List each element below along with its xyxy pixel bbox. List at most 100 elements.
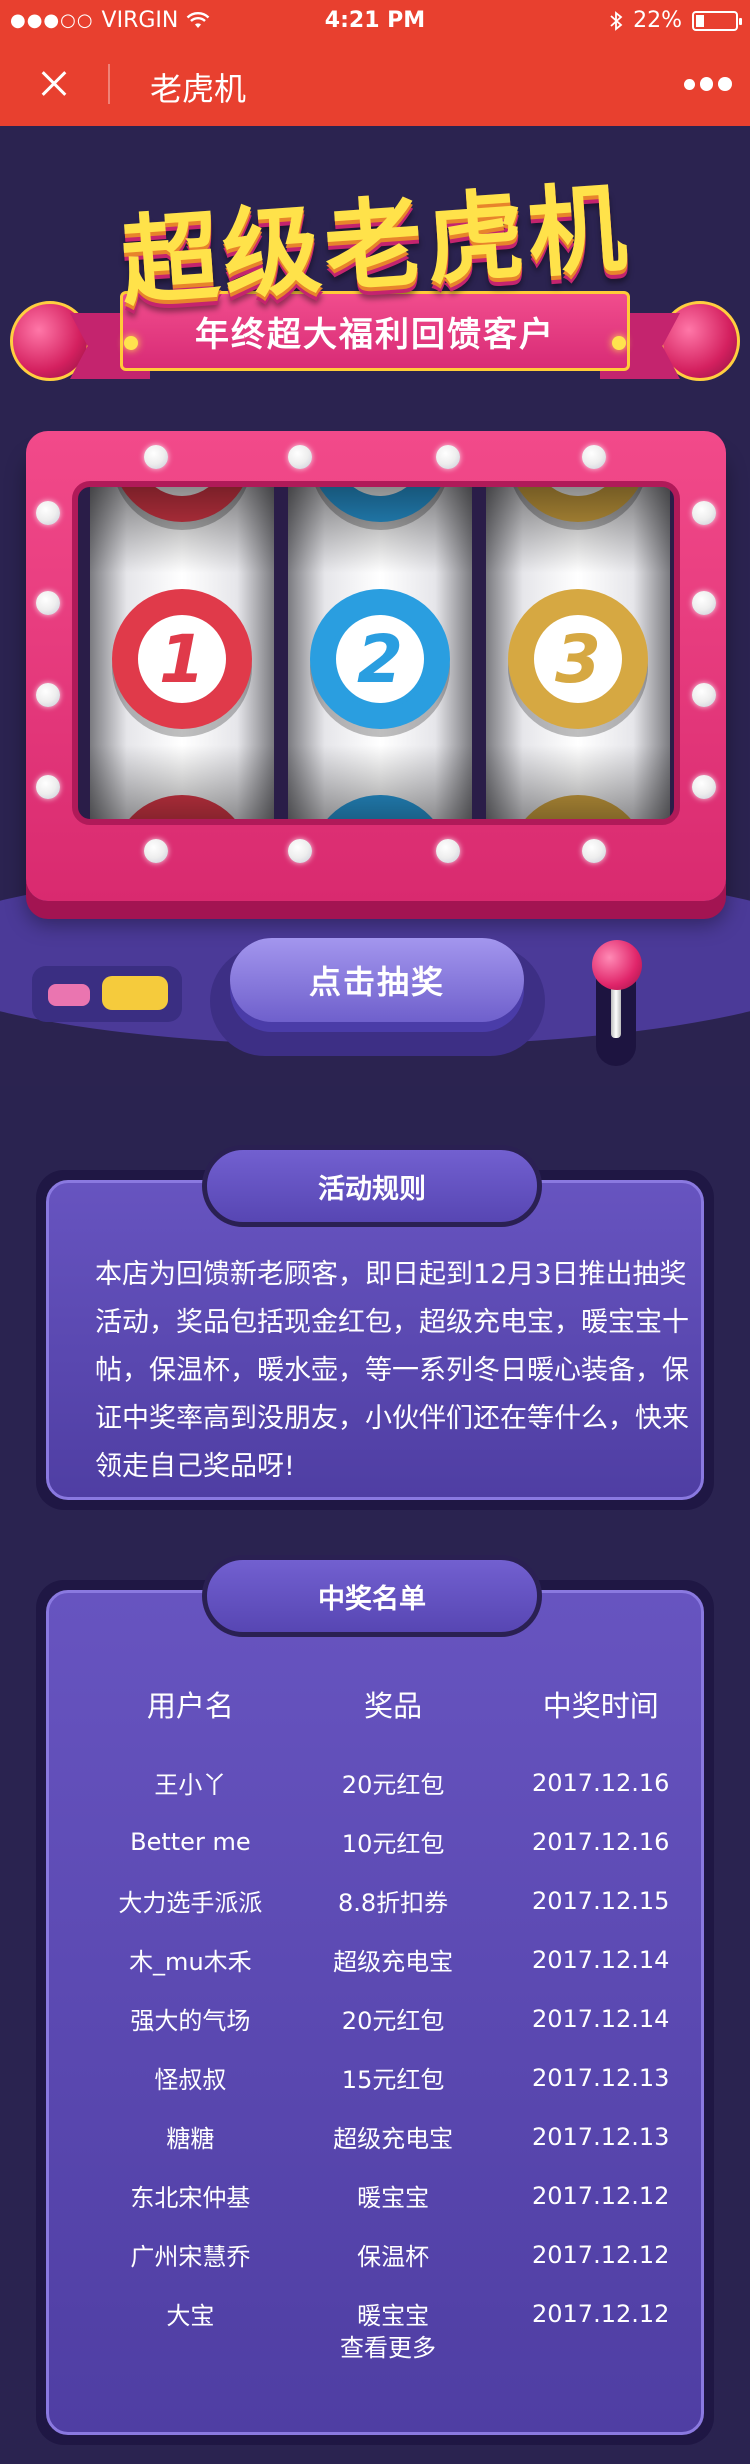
cell-prize: 暖宝宝 bbox=[357, 2184, 430, 2212]
cell-time: 2017.12.12 bbox=[532, 2240, 670, 2269]
marquee-bulb bbox=[288, 839, 312, 863]
table-row: 怪叔叔 15元红包 2017.12.13 bbox=[89, 2048, 707, 2107]
marquee-bulb bbox=[36, 775, 60, 799]
marquee-bulb bbox=[436, 445, 460, 469]
cell-time: 2017.12.13 bbox=[532, 2122, 670, 2151]
table-row: 糖糖 超级充电宝 2017.12.13 bbox=[89, 2107, 707, 2166]
marquee-bulb bbox=[582, 839, 606, 863]
cell-time: 2017.12.12 bbox=[532, 2299, 670, 2328]
slot-machine-hero: 年终超大福利回馈客户 超级老虎机 1 2 3 点击抽奖 bbox=[0, 126, 750, 1086]
bluetooth-icon bbox=[610, 10, 623, 31]
cell-time: 2017.12.13 bbox=[532, 2063, 670, 2092]
reel-number: 3 bbox=[528, 609, 628, 709]
marquee-bulb bbox=[692, 501, 716, 525]
cell-user: 王小丫 bbox=[154, 1771, 227, 1799]
cell-user: 大力选手派派 bbox=[118, 1889, 263, 1917]
switch-panel bbox=[32, 966, 182, 1022]
banner-light bbox=[612, 336, 626, 350]
reel-chip-partial bbox=[310, 795, 450, 819]
cell-user: 木_mu木禾 bbox=[129, 1948, 252, 1976]
table-row: 王小丫 20元红包 2017.12.16 bbox=[89, 1753, 707, 1812]
table-row: Better me 10元红包 2017.12.16 bbox=[89, 1812, 707, 1871]
winners-table-header: 用户名 奖品 中奖时间 bbox=[89, 1683, 707, 1725]
reel-chip-partial bbox=[112, 795, 252, 819]
cell-time: 2017.12.14 bbox=[532, 2004, 670, 2033]
reel-2: 2 bbox=[288, 487, 472, 819]
slot-machine: 1 2 3 bbox=[26, 431, 726, 901]
column-header-prize: 奖品 bbox=[364, 1689, 423, 1723]
rules-card: 本店为回馈新老顾客，即日起到12月3日推出抽奖活动，奖品包括现金红包，超级充电宝… bbox=[46, 1180, 704, 1500]
cell-time: 2017.12.15 bbox=[532, 1886, 670, 1915]
reel-chip: 2 bbox=[310, 589, 450, 729]
marquee-bulb bbox=[582, 445, 606, 469]
yellow-switch bbox=[102, 976, 168, 1010]
marquee-bulb bbox=[692, 683, 716, 707]
rules-title: 活动规则 bbox=[202, 1145, 542, 1227]
column-header-time: 中奖时间 bbox=[542, 1689, 659, 1723]
reel-chip-partial bbox=[508, 487, 648, 522]
marquee-bulb bbox=[36, 591, 60, 615]
reel-number: 2 bbox=[330, 609, 430, 709]
marquee-bulb bbox=[288, 445, 312, 469]
cell-prize: 暖宝宝 bbox=[357, 2302, 430, 2330]
marquee-bulb bbox=[36, 683, 60, 707]
close-icon[interactable] bbox=[28, 60, 80, 108]
battery-fill bbox=[696, 14, 705, 27]
marquee-bulb bbox=[144, 839, 168, 863]
reel-3: 3 bbox=[486, 487, 670, 819]
marquee-bulb bbox=[692, 775, 716, 799]
reel-chip: 1 bbox=[112, 589, 252, 729]
winners-card: 用户名 奖品 中奖时间 王小丫 20元红包 2017.12.16 Better me 1… bbox=[46, 1590, 704, 2435]
cell-time: 2017.12.14 bbox=[532, 1945, 670, 1974]
marquee-bulb bbox=[144, 445, 168, 469]
reel-1: 1 bbox=[90, 487, 274, 819]
table-row: 东北宋仲基 暖宝宝 2017.12.12 bbox=[89, 2166, 707, 2225]
winners-panel: 用户名 奖品 中奖时间 王小丫 20元红包 2017.12.16 Better me 1… bbox=[36, 1580, 714, 2445]
table-row: 木_mu木禾 超级充电宝 2017.12.14 bbox=[89, 1930, 707, 1989]
cell-time: 2017.12.12 bbox=[532, 2181, 670, 2210]
reel-window: 1 2 3 bbox=[72, 481, 680, 825]
reel-chip-partial bbox=[508, 795, 648, 819]
cell-prize: 10元红包 bbox=[341, 1830, 445, 1858]
nav-bar: 老虎机 bbox=[0, 42, 750, 126]
table-row: 强大的气场 20元红包 2017.12.14 bbox=[89, 1989, 707, 2048]
battery-percent: 22% bbox=[633, 8, 682, 33]
banner-light bbox=[124, 336, 138, 350]
status-bar: ●●●○○ VIRGIN 4:21 PM 22% bbox=[0, 0, 750, 42]
cell-user: 东北宋仲基 bbox=[130, 2184, 251, 2212]
table-row: 大力选手派派 8.8折扣券 2017.12.15 bbox=[89, 1871, 707, 1930]
cell-user: 强大的气场 bbox=[130, 2007, 251, 2035]
marquee-bulb bbox=[436, 839, 460, 863]
winners-title: 中奖名单 bbox=[202, 1555, 542, 1637]
cell-time: 2017.12.16 bbox=[532, 1827, 670, 1856]
draw-button[interactable]: 点击抽奖 bbox=[230, 938, 524, 1022]
cell-prize: 保温杯 bbox=[357, 2243, 430, 2271]
cell-user: 糖糖 bbox=[166, 2125, 215, 2153]
winners-table-body: 王小丫 20元红包 2017.12.16 Better me 10元红包 2017.12.… bbox=[89, 1753, 707, 2343]
cell-prize: 20元红包 bbox=[341, 2007, 445, 2035]
cell-user: 广州宋慧乔 bbox=[130, 2243, 251, 2271]
lever-handle[interactable] bbox=[592, 940, 642, 990]
cell-prize: 超级充电宝 bbox=[333, 1948, 454, 1976]
rules-text: 本店为回馈新老顾客，即日起到12月3日推出抽奖活动，奖品包括现金红包，超级充电宝… bbox=[95, 1259, 689, 1482]
cell-user: 怪叔叔 bbox=[154, 2066, 227, 2094]
column-header-user: 用户名 bbox=[146, 1689, 234, 1723]
reel-chip-partial bbox=[310, 487, 450, 522]
battery-icon bbox=[692, 10, 742, 31]
see-more-link[interactable]: 查看更多 bbox=[49, 2328, 727, 2363]
cell-prize: 15元红包 bbox=[341, 2066, 445, 2094]
reel-number: 1 bbox=[132, 609, 232, 709]
cell-prize: 8.8折扣券 bbox=[337, 1889, 449, 1917]
cell-prize: 超级充电宝 bbox=[333, 2125, 454, 2153]
more-icon[interactable] bbox=[684, 72, 732, 96]
cell-user: 大宝 bbox=[166, 2302, 215, 2330]
marquee-bulb bbox=[36, 501, 60, 525]
reel-chip-partial bbox=[112, 487, 252, 522]
cell-prize: 20元红包 bbox=[341, 1771, 445, 1799]
cell-time: 2017.12.16 bbox=[532, 1768, 670, 1797]
pink-switch bbox=[48, 984, 90, 1006]
nav-divider bbox=[108, 64, 110, 104]
page-title: 老虎机 bbox=[150, 70, 247, 108]
reel-chip: 3 bbox=[508, 589, 648, 729]
table-row: 广州宋慧乔 保温杯 2017.12.12 bbox=[89, 2225, 707, 2284]
